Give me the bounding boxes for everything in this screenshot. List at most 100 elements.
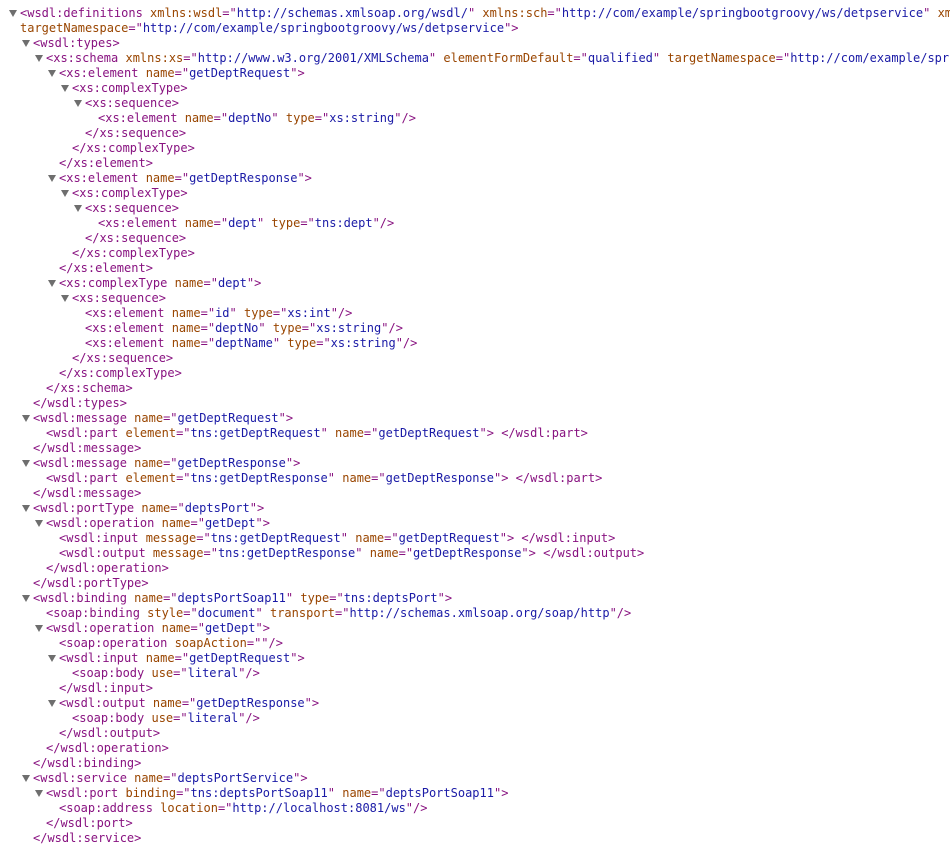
- attribute-name: name: [355, 531, 385, 545]
- attribute-value: deptsPortSoap11: [385, 786, 494, 800]
- attribute-value: qualified: [587, 51, 653, 65]
- expand-toggle-icon[interactable]: [22, 40, 30, 47]
- attribute-value: getDeptRequest: [177, 411, 279, 425]
- expand-toggle-icon[interactable]: [61, 85, 69, 92]
- attribute-value: getDeptRequest: [378, 426, 480, 440]
- xml-tag-text: =": [200, 336, 216, 350]
- xml-tag-text: ": [258, 321, 273, 335]
- attribute-name: type: [285, 111, 315, 125]
- xml-tag-text: <wsdl:port: [46, 786, 126, 800]
- xml-tag-text: ">: [290, 651, 305, 665]
- xml-tag-text: ": [923, 6, 938, 20]
- expand-toggle-icon[interactable]: [35, 55, 43, 62]
- expand-toggle-icon[interactable]: [48, 700, 56, 707]
- xml-tag-text: =": [573, 51, 588, 65]
- expand-toggle-icon[interactable]: [48, 175, 56, 182]
- xml-tag-text: ">: [297, 171, 312, 185]
- attribute-name: type: [243, 306, 273, 320]
- xml-tag-text: =": [176, 471, 191, 485]
- expand-toggle-icon[interactable]: [74, 100, 82, 107]
- attribute-value: tns:getDeptResponse: [190, 471, 328, 485]
- expand-toggle-icon[interactable]: [22, 595, 30, 602]
- attribute-value: tns:getDeptRequest: [190, 426, 321, 440]
- xml-tag-text: =": [272, 306, 288, 320]
- attribute-name: name: [171, 306, 201, 320]
- attribute-name: name: [134, 411, 164, 425]
- expand-toggle-icon[interactable]: [61, 295, 69, 302]
- expand-toggle-icon[interactable]: [35, 520, 43, 527]
- xml-tag-text: </xs:complexType>: [72, 246, 195, 260]
- expand-toggle-icon[interactable]: [22, 775, 30, 782]
- xml-tag-text: ": [652, 51, 668, 65]
- xml-tag-text: =": [173, 666, 188, 680]
- xml-tag-text: </xs:complexType>: [72, 141, 195, 155]
- attribute-value: http://com/example/springbootgroovy/ws/d…: [790, 51, 950, 65]
- xml-tag-text: </wsdl:input>: [59, 681, 153, 695]
- attribute-value: tns:deptsPortSoap11: [190, 786, 328, 800]
- expand-toggle-icon[interactable]: [22, 415, 30, 422]
- xml-tag-text: ": [256, 216, 272, 230]
- attribute-name: soapAction: [174, 636, 247, 650]
- xml-tag-text: </xs:element>: [59, 261, 153, 275]
- attribute-value: getDept: [204, 516, 256, 530]
- xml-tag-text: =": [547, 6, 562, 20]
- xml-tag-text: ">: [285, 456, 301, 470]
- expand-toggle-icon[interactable]: [61, 190, 69, 197]
- expand-toggle-icon[interactable]: [74, 205, 82, 212]
- xml-tag-text: "> </wsdl:part>: [493, 471, 603, 485]
- expand-toggle-icon[interactable]: [48, 655, 56, 662]
- expand-toggle-icon[interactable]: [48, 280, 56, 287]
- xml-tag-text: </wsdl:output>: [59, 726, 161, 740]
- xml-tag-text: <wsdl:service: [33, 771, 135, 785]
- xml-tag-text: ">: [504, 21, 519, 35]
- attribute-name: xmlns:sch: [482, 6, 548, 20]
- attribute-name: name: [342, 786, 372, 800]
- attribute-value: document: [197, 606, 256, 620]
- attribute-name: xmlns:tns: [937, 6, 950, 20]
- xml-tag-text: </wsdl:operation>: [46, 741, 169, 755]
- attribute-name: name: [161, 621, 191, 635]
- xml-tag-text: </wsdl:port>: [46, 816, 133, 830]
- xml-tag-text: "/>: [330, 306, 353, 320]
- xml-tag-text: <wsdl:output: [59, 696, 153, 710]
- expand-toggle-icon[interactable]: [22, 460, 30, 467]
- xml-tag-text: =": [170, 501, 185, 515]
- expand-toggle-icon[interactable]: [22, 505, 30, 512]
- attribute-name: binding: [125, 786, 177, 800]
- xml-tag-text: =": [174, 171, 190, 185]
- xml-tag-text: =": [176, 786, 191, 800]
- expand-toggle-icon[interactable]: [9, 10, 17, 17]
- attribute-name: name: [335, 426, 364, 440]
- xml-tag-text: </xs:sequence>: [85, 126, 187, 140]
- xml-tag-text: ">: [249, 501, 265, 515]
- expand-toggle-icon[interactable]: [35, 790, 43, 797]
- attribute-name: name: [145, 651, 175, 665]
- attribute-value: literal: [187, 666, 239, 680]
- xml-tag-text: =": [335, 606, 350, 620]
- xml-tag-text: <wsdl:portType: [33, 501, 142, 515]
- xml-tag-text: ">: [255, 516, 270, 530]
- expand-toggle-icon[interactable]: [48, 70, 56, 77]
- attribute-name: name: [152, 696, 182, 710]
- xml-tag-text: <soap:binding: [46, 606, 148, 620]
- expand-toggle-icon[interactable]: [35, 625, 43, 632]
- attribute-name: name: [134, 456, 164, 470]
- attribute-name: type: [272, 321, 302, 335]
- xml-tag-text: ">: [255, 621, 270, 635]
- xml-tag-text: <wsdl:operation: [46, 621, 162, 635]
- xml-tag-text: =": [200, 306, 216, 320]
- attribute-name: name: [145, 66, 175, 80]
- xml-tag-text: =": [371, 786, 386, 800]
- xml-tag-text: <xs:sequence>: [85, 201, 179, 215]
- xml-tag-text: <soap:body: [72, 711, 152, 725]
- attribute-value: getDeptResponse: [413, 546, 522, 560]
- xml-tag-text: =": [174, 651, 190, 665]
- xml-tag-text: =": [163, 456, 178, 470]
- xml-tag-text: <soap:operation: [59, 636, 175, 650]
- attribute-name: name: [184, 111, 214, 125]
- xml-tag-text: <wsdl:binding: [33, 591, 135, 605]
- attribute-value: http://schemas.xmlsoap.org/soap/http: [349, 606, 610, 620]
- xml-tag-text: <xs:element: [85, 321, 172, 335]
- xml-tag-text: <xs:element: [98, 111, 185, 125]
- xml-tag-text: "/>: [238, 711, 260, 725]
